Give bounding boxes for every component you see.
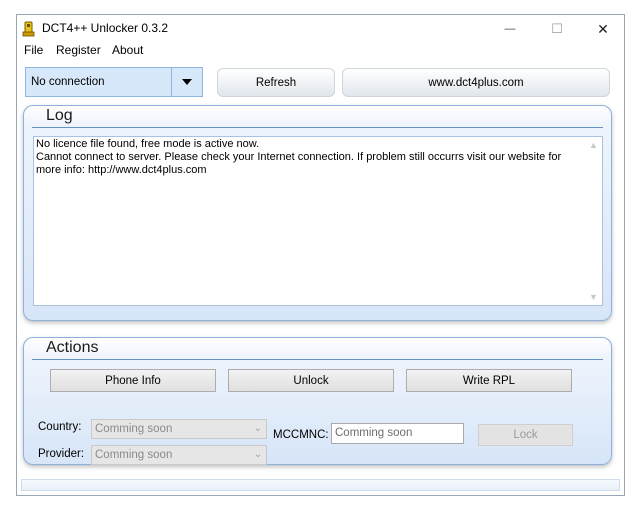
country-dropdown[interactable]: Comming soon ⌄: [91, 419, 267, 439]
close-button[interactable]: ✕: [580, 15, 626, 43]
provider-dropdown[interactable]: Comming soon ⌄: [91, 445, 267, 465]
menu-bar: File Register About: [17, 43, 624, 61]
close-icon: ✕: [597, 20, 609, 37]
maximize-icon: ☐: [551, 21, 563, 36]
scroll-down-icon[interactable]: ▼: [589, 292, 598, 302]
mccmnc-input[interactable]: Comming soon: [331, 423, 464, 444]
log-line: Cannot connect to server. Please check y…: [36, 151, 562, 176]
scroll-up-icon[interactable]: ▲: [589, 140, 598, 150]
maximize-button[interactable]: ☐: [534, 15, 580, 43]
log-textarea[interactable]: No licence file found, free mode is acti…: [33, 136, 603, 306]
menu-register[interactable]: Register: [56, 43, 101, 57]
unlock-button[interactable]: Unlock: [228, 369, 394, 392]
mccmnc-value: Comming soon: [335, 427, 413, 439]
website-button[interactable]: www.dct4plus.com: [342, 68, 610, 97]
chevron-down-icon: ⌄: [253, 449, 262, 460]
log-group: Log No licence file found, free mode is …: [23, 105, 612, 321]
menu-file[interactable]: File: [24, 43, 43, 57]
menu-about[interactable]: About: [112, 43, 143, 57]
country-label: Country:: [38, 421, 82, 433]
group-divider: [32, 127, 603, 128]
log-text: No licence file found, free mode is acti…: [36, 138, 566, 177]
lock-button[interactable]: Lock: [478, 424, 573, 446]
log-scrollbar[interactable]: ▲ ▼: [586, 137, 602, 305]
write-rpl-button[interactable]: Write RPL: [406, 369, 572, 392]
group-divider: [32, 359, 603, 360]
minimize-button[interactable]: —: [487, 15, 533, 43]
dropdown-arrow-icon[interactable]: [171, 68, 202, 96]
minimize-icon: —: [504, 23, 516, 35]
connection-value: No connection: [31, 76, 105, 88]
status-bar: [21, 479, 620, 491]
mccmnc-label: MCCMNC:: [273, 429, 329, 441]
connection-dropdown[interactable]: No connection: [25, 67, 203, 97]
provider-label: Provider:: [38, 448, 85, 460]
phone-info-button[interactable]: Phone Info: [50, 369, 216, 392]
window-title: DCT4++ Unlocker 0.3.2: [42, 21, 169, 35]
actions-group: Actions Phone Info Unlock Write RPL Coun…: [23, 337, 612, 465]
app-logo-icon: [22, 21, 35, 37]
log-line: No licence file found, free mode is acti…: [36, 138, 260, 150]
log-group-title: Log: [46, 107, 73, 124]
country-value: Comming soon: [95, 423, 173, 435]
title-bar: DCT4++ Unlocker 0.3.2 — ☐ ✕: [17, 15, 624, 43]
chevron-down-icon: ⌄: [253, 423, 262, 434]
refresh-button[interactable]: Refresh: [217, 68, 335, 97]
actions-group-title: Actions: [46, 339, 99, 356]
provider-value: Comming soon: [95, 449, 173, 461]
app-window: DCT4++ Unlocker 0.3.2 — ☐ ✕ File Registe…: [16, 14, 625, 496]
main-content: No connection Refresh www.dct4plus.com L…: [17, 61, 624, 495]
